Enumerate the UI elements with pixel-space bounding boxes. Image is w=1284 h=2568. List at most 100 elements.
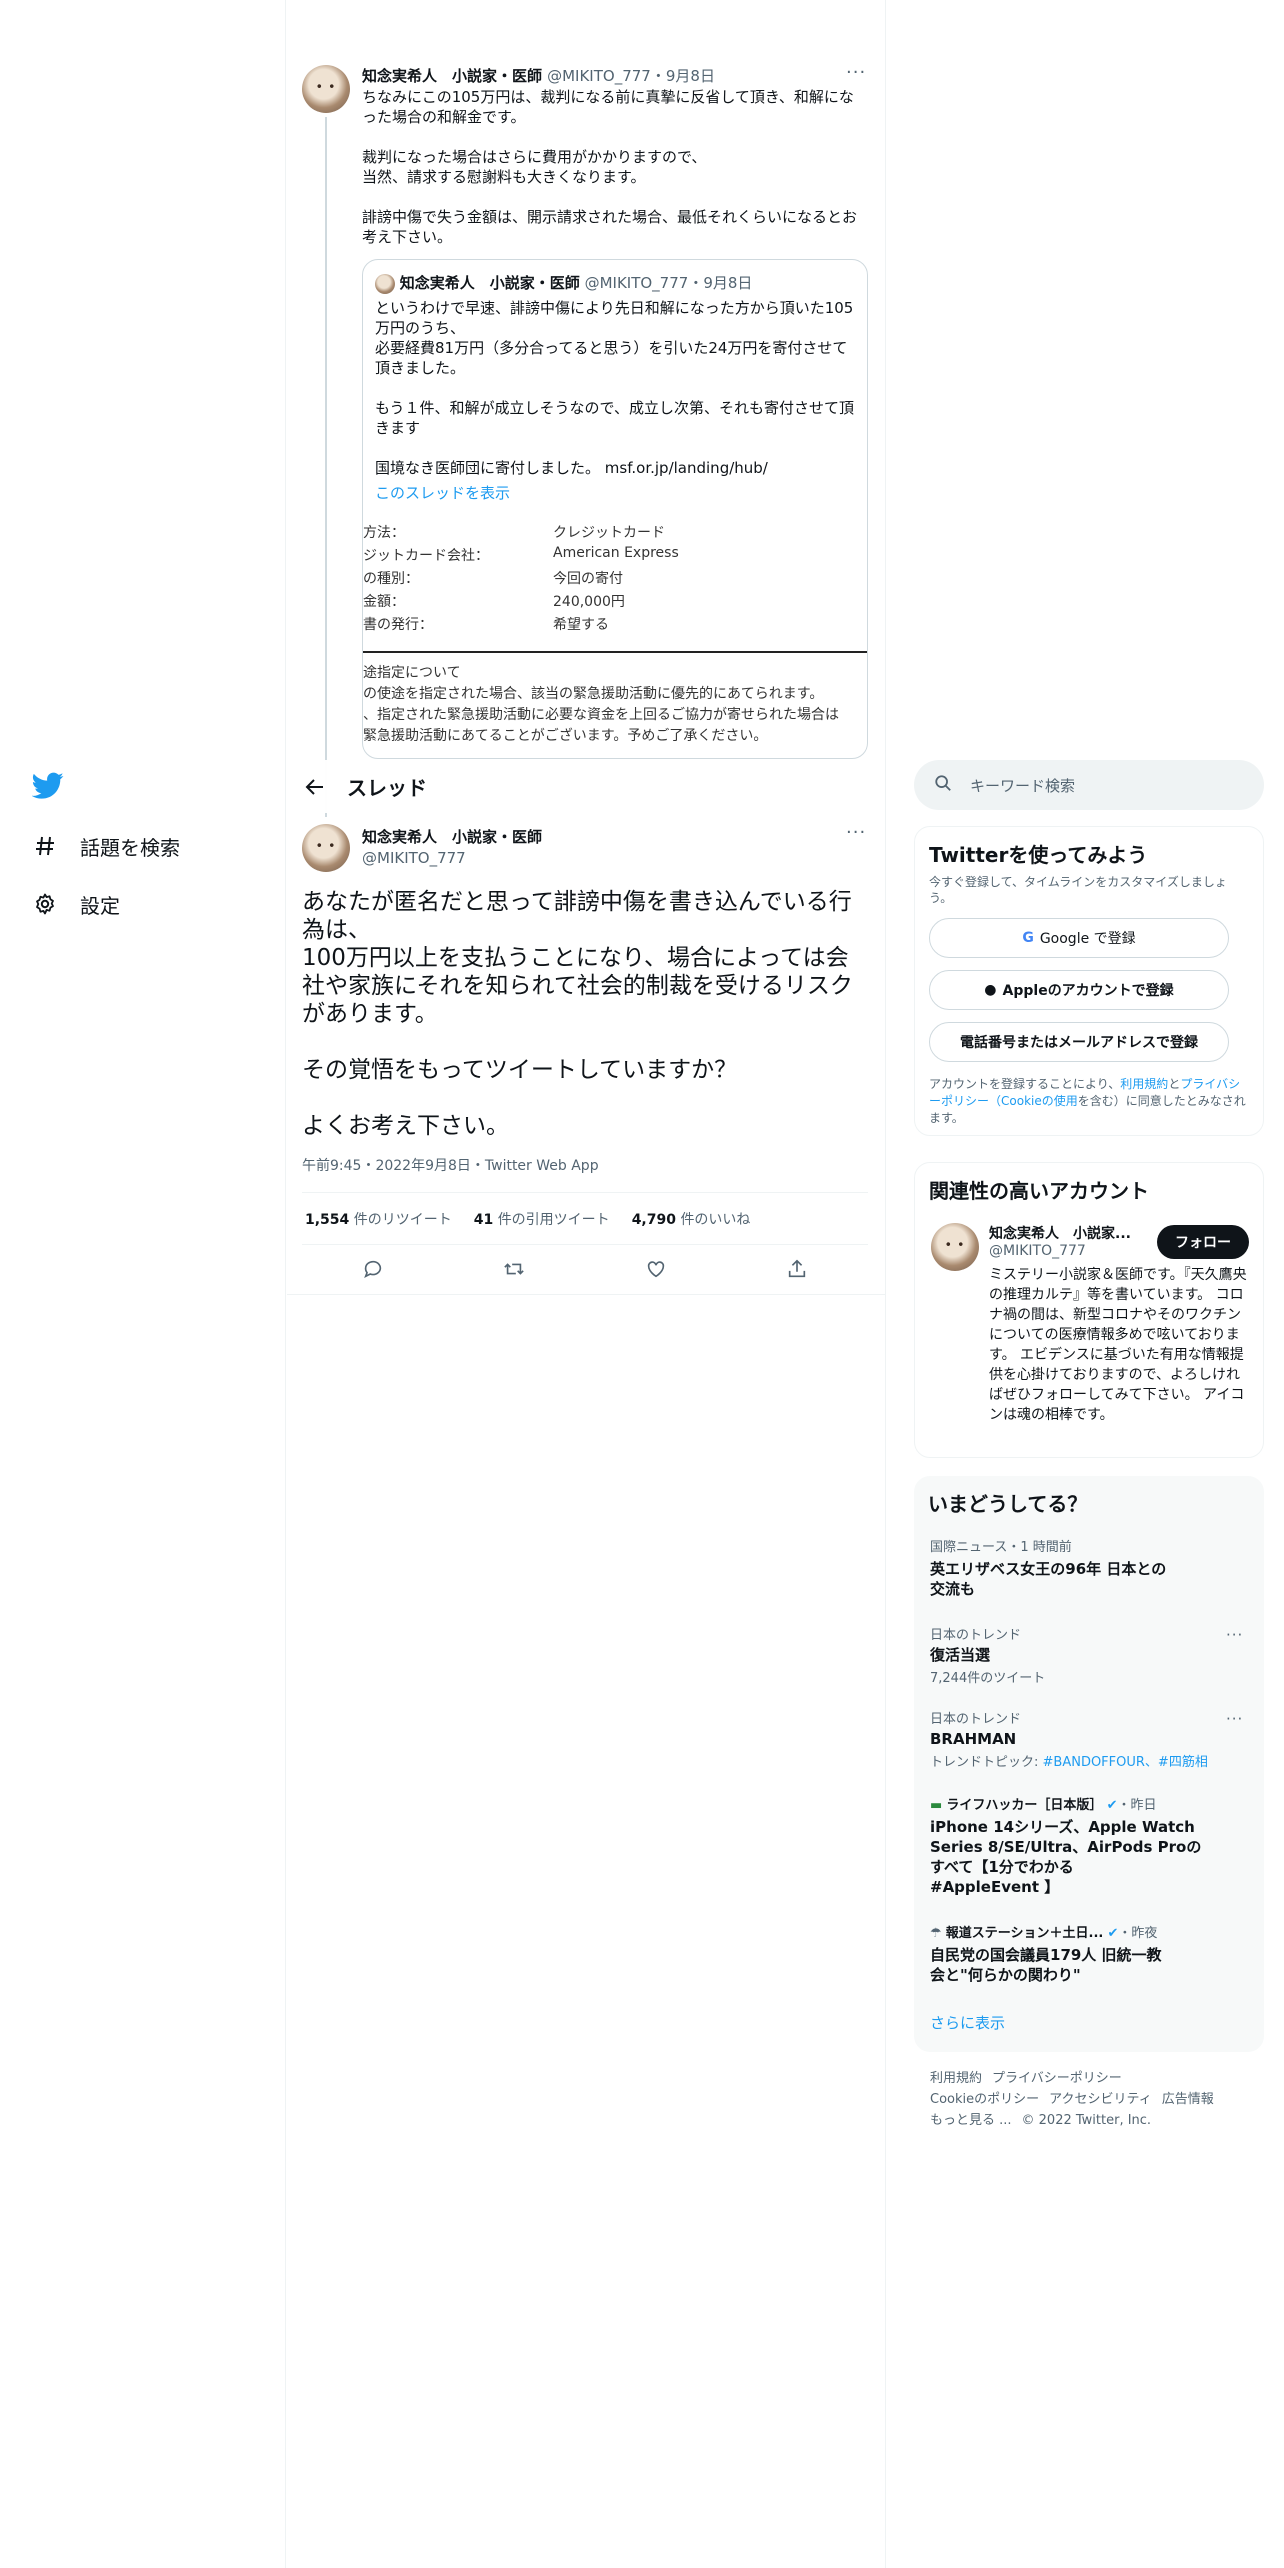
avatar xyxy=(375,273,395,294)
copyright: © 2022 Twitter, Inc. xyxy=(1021,2113,1152,2128)
quote-tweet[interactable]: 知念実希人 小説家・医師 @MIKITO_777・9月8日 というわけで早速、誹… xyxy=(362,259,868,759)
tweet-stats: 1,554 件のリツイート 41 件の引用ツイート 4,790 件のいいね xyxy=(305,1209,750,1229)
receipt-value: 今回の寄付 xyxy=(553,571,623,587)
trend-hashtags[interactable]: #BANDOFFOUR、#四筋相 xyxy=(1043,1755,1208,1770)
apple-icon: ● xyxy=(984,982,997,998)
gear-icon xyxy=(32,891,58,917)
receipt-note: 途指定について の使途を指定された場合、該当の緊急援助活動に優先的にあてられます… xyxy=(363,665,839,744)
trend-item[interactable]: 日本のトレンド BRAHMAN トレンドトピック: #BANDOFFOUR、#四… xyxy=(930,1708,1230,1770)
quote-text: というわけで早速、誹謗中傷により先日和解になった方から頂いた105万円のうち、 … xyxy=(375,298,854,477)
account-bio: ミステリー小説家＆医師です。『天久鷹央の推理カルテ』等を書いています。 コロナ禍… xyxy=(989,1267,1247,1423)
card-title: 関連性の高いアカウント xyxy=(929,1179,1149,1203)
related-accounts-card: 関連性の高いアカウント 知念実希人 小説家... @MIKITO_777 フォロ… xyxy=(914,1162,1264,1458)
more-options-icon[interactable]: ··· xyxy=(846,822,866,843)
receipt-key: ジットカード会社： xyxy=(363,548,489,564)
receipt-key: 方法： xyxy=(363,525,405,541)
source-icon: ▬ xyxy=(930,1798,947,1813)
card-title: Twitterを使ってみよう xyxy=(929,843,1148,867)
author-handle[interactable]: @MIKITO_777 xyxy=(547,67,651,85)
divider xyxy=(363,651,867,653)
receipt-key: 書の発行： xyxy=(363,617,433,633)
source-icon: ☂ xyxy=(930,1926,946,1941)
tweet-date: 9月8日 xyxy=(703,274,753,292)
phone-email-signup-button[interactable]: 電話番号またはメールアドレスで登録 xyxy=(929,1022,1229,1062)
card-title: いまどうしてる？ xyxy=(928,1492,1088,1516)
show-more-link[interactable]: さらに表示 xyxy=(930,2012,1005,2033)
avatar[interactable] xyxy=(302,65,350,113)
author-handle: @MIKITO_777 xyxy=(584,274,689,292)
signup-card: Twitterを使ってみよう 今すぐ登録して、タイムラインをカスタマイズしましょ… xyxy=(914,826,1264,1136)
footer-link[interactable]: 広告情報 xyxy=(1162,2092,1214,2107)
divider xyxy=(287,1294,885,1295)
trend-item[interactable]: 日本のトレンド 復活当選 7,244件のツイート xyxy=(930,1624,1230,1686)
verified-badge-icon: ✔ xyxy=(1102,1798,1118,1813)
retweet-icon[interactable] xyxy=(503,1258,525,1284)
google-signup-button[interactable]: G Google で登録 xyxy=(929,918,1229,958)
author-handle: @MIKITO_777 xyxy=(989,1243,1086,1259)
google-icon: G xyxy=(1022,930,1034,946)
trends-card: いまどうしてる？ 国際ニュース・1 時間前 英エリザベス女王の96年 日本との … xyxy=(914,1476,1264,2052)
author-name[interactable]: 知念実希人 小説家・医師 xyxy=(362,826,542,847)
main-tweet-text: あなたが匿名だと思って誹謗中傷を書き込んでいる行為は、 100万円以上を支払うこ… xyxy=(302,889,853,1139)
nav-item-explore[interactable]: 話題を検索 xyxy=(32,828,180,864)
footer-link[interactable]: 利用規約 xyxy=(930,2071,982,2086)
receipt-key: 金額： xyxy=(363,594,405,610)
divider xyxy=(302,1244,868,1245)
nav-item-label: 設定 xyxy=(80,893,120,918)
avatar[interactable] xyxy=(302,824,350,872)
search-icon xyxy=(934,774,952,796)
divider xyxy=(302,1192,868,1193)
news-item[interactable]: ▬ ライフハッカー［日本版］ ✔・昨日 iPhone 14シリーズ、Apple … xyxy=(930,1794,1230,1897)
retweet-count[interactable]: 1,554 件のリツイート xyxy=(305,1209,452,1229)
thread-connector xyxy=(325,117,327,817)
author-name: 知念実希人 小説家... xyxy=(989,1226,1131,1242)
footer-link[interactable]: アクセシビリティ xyxy=(1049,2092,1152,2107)
thread-header: スレッド xyxy=(287,760,885,813)
tweet-actions xyxy=(302,1258,868,1284)
related-account[interactable]: 知念実希人 小説家... @MIKITO_777 xyxy=(989,1223,1149,1259)
apple-signup-button[interactable]: ● Appleのアカウントで登録 xyxy=(929,970,1229,1010)
receipt-key: の種別： xyxy=(363,571,419,587)
quote-count[interactable]: 41 件の引用ツイート xyxy=(474,1209,610,1229)
receipt-value: 240,000円 xyxy=(553,594,625,610)
author-handle[interactable]: @MIKITO_777 xyxy=(362,849,542,867)
avatar[interactable] xyxy=(931,1223,979,1271)
nav-item-label: 話題を検索 xyxy=(80,835,180,860)
footer-link[interactable]: プライバシーポリシー xyxy=(992,2071,1122,2086)
like-icon[interactable] xyxy=(645,1258,667,1284)
follow-button[interactable]: フォロー xyxy=(1157,1225,1249,1259)
tweet-timestamp[interactable]: 午前9:45・2022年9月8日・Twitter Web App xyxy=(302,1155,599,1175)
tweet-header: 知念実希人 小説家・医師 @MIKITO_777・9月8日 xyxy=(362,67,715,85)
tweet-date[interactable]: 9月8日 xyxy=(666,67,715,85)
more-options-icon[interactable]: ··· xyxy=(1226,1626,1243,1644)
page-title: スレッド xyxy=(347,776,427,800)
share-icon[interactable] xyxy=(786,1258,808,1284)
twitter-logo-icon[interactable] xyxy=(31,772,64,802)
search-bar[interactable]: キーワード検索 xyxy=(914,760,1264,810)
more-options-icon[interactable]: ··· xyxy=(846,62,866,83)
receipt-value: American Express xyxy=(553,545,679,561)
news-item[interactable]: ☂ 報道ステーション＋土日... ✔・昨夜 自民党の国会議員179人 旧統一教 … xyxy=(930,1922,1230,1985)
footer-link[interactable]: Cookieのポリシー xyxy=(930,2092,1039,2107)
more-options-icon[interactable]: ··· xyxy=(1226,1710,1243,1728)
receipt-value: 希望する xyxy=(553,617,609,633)
like-count[interactable]: 4,790 件のいいね xyxy=(632,1209,751,1229)
show-thread-link[interactable]: このスレッドを表示 xyxy=(375,482,855,503)
author-name: 知念実希人 小説家・医師 xyxy=(399,274,580,292)
receipt-image: 方法： クレジットカード ジットカード会社： American Express の種… xyxy=(363,522,867,747)
footer-link[interactable]: もっと見る ... xyxy=(930,2113,1012,2128)
nav-item-settings[interactable]: 設定 xyxy=(32,886,120,922)
reply-icon[interactable] xyxy=(362,1258,384,1284)
left-nav: 話題を検索 設定 xyxy=(0,0,286,2568)
main-tweet-author: 知念実希人 小説家・医師 @MIKITO_777 xyxy=(362,826,542,867)
quote-header: 知念実希人 小説家・医師 @MIKITO_777・9月8日 xyxy=(375,272,855,294)
legal-text: アカウントを登録することにより、利用規約とプライバシーポリシー（Cookieの使… xyxy=(929,1077,1246,1125)
search-input[interactable]: キーワード検索 xyxy=(970,775,1075,796)
card-subtitle: 今すぐ登録して、タイムラインをカスタマイズしましょう。 xyxy=(929,875,1227,905)
hash-icon xyxy=(32,833,58,859)
author-name[interactable]: 知念実希人 小説家・医師 xyxy=(362,67,542,85)
back-arrow-icon[interactable] xyxy=(287,777,343,797)
receipt-value: クレジットカード xyxy=(553,525,665,541)
trend-item[interactable]: 国際ニュース・1 時間前 英エリザベス女王の96年 日本との 交流も xyxy=(930,1536,1230,1599)
terms-link[interactable]: 利用規約 xyxy=(1120,1077,1168,1091)
